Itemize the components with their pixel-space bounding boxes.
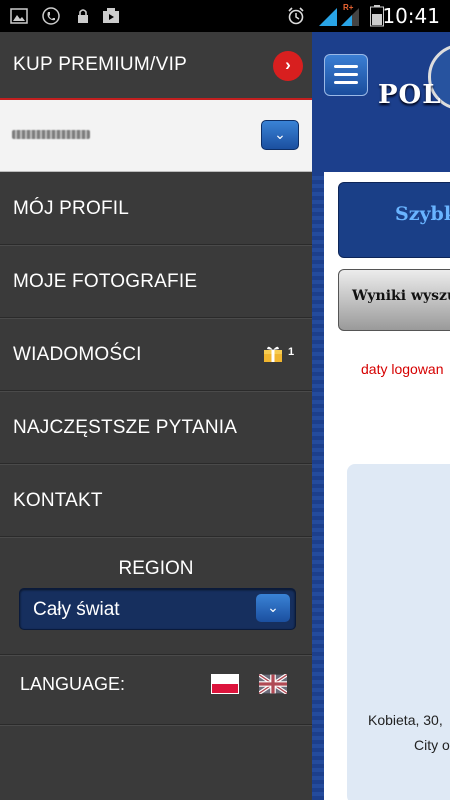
alarm-icon (288, 7, 304, 25)
language-label: LANGUAGE: (20, 674, 126, 694)
menu-item-label: KONTAKT (13, 490, 103, 511)
main-content: POL Szybk Wyniki wyszu daty logowan Kobi… (312, 32, 450, 800)
menu-item-label: NAJCZĘSTSZE PYTANIA (13, 417, 238, 438)
messages-count-badge: 1 (288, 346, 295, 358)
account-selector[interactable]: ⌄ (0, 100, 312, 172)
profile-card-info: Kobieta, 30, (368, 712, 443, 728)
polish-flag-icon[interactable] (211, 674, 239, 694)
wifi-signal-icon (319, 8, 337, 26)
gift-icon (264, 346, 282, 362)
chevron-right-icon[interactable]: › (273, 51, 303, 81)
navigation-drawer: KUP PREMIUM/VIP › ⌄ MÓJ PROFIL MOJE FOTO… (0, 32, 312, 800)
menu-item-label: MOJE FOTOGRAFIE (13, 271, 198, 292)
logo-text: POL (378, 80, 442, 110)
drawer-menu: MÓJ PROFIL MOJE FOTOGRAFIE WIADOMOŚCI 1 … (0, 172, 312, 537)
menu-item-faq[interactable]: NAJCZĘSTSZE PYTANIA (0, 391, 312, 464)
profile-card-city: City o (414, 737, 450, 753)
menu-icon[interactable] (324, 54, 368, 96)
menu-item-label: MÓJ PROFIL (13, 198, 130, 219)
menu-item-messages[interactable]: WIADOMOŚCI 1 (0, 318, 312, 391)
search-results-label: Wyniki wyszu (352, 288, 450, 304)
phone-icon (42, 7, 60, 25)
region-title: REGION (118, 558, 194, 579)
decorative-border (312, 172, 324, 800)
chevron-down-icon[interactable]: ⌄ (261, 120, 299, 150)
menu-item-label: WIADOMOŚCI (13, 344, 142, 365)
account-name-blurred (12, 130, 90, 139)
divider (0, 724, 312, 725)
gallery-icon (10, 8, 28, 24)
region-selected-value: Cały świat (33, 599, 120, 620)
quick-search-button[interactable]: Szybk (338, 182, 450, 258)
region-dropdown[interactable]: Cały świat ⌄ (19, 588, 296, 630)
login-date-text: daty logowan (361, 361, 444, 377)
quick-search-label: Szybk (395, 203, 450, 225)
buy-premium-item[interactable]: KUP PREMIUM/VIP › (0, 32, 312, 100)
media-icon (103, 8, 119, 23)
menu-item-my-profile[interactable]: MÓJ PROFIL (0, 172, 312, 245)
divider (0, 654, 312, 655)
chevron-down-icon[interactable]: ⌄ (256, 594, 290, 622)
roaming-label: R+ (343, 3, 354, 12)
uk-flag-icon[interactable] (259, 674, 287, 694)
search-results-button[interactable]: Wyniki wyszu (338, 269, 450, 331)
lock-icon (78, 9, 88, 23)
menu-item-my-photos[interactable]: MOJE FOTOGRAFIE (0, 245, 312, 318)
menu-item-contact[interactable]: KONTAKT (0, 464, 312, 537)
buy-premium-label: KUP PREMIUM/VIP (13, 54, 188, 75)
status-bar: R+ 10:41 (0, 0, 450, 32)
clock: 10:41 (382, 4, 440, 28)
